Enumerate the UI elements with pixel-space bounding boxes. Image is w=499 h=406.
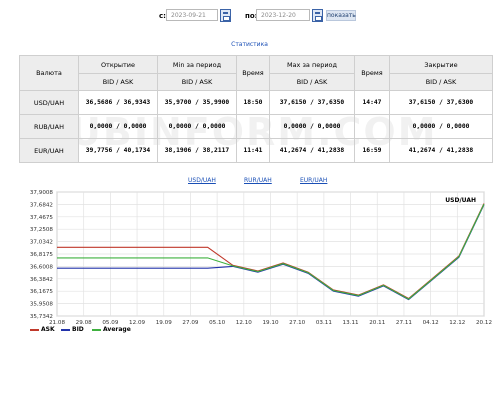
legend-bid: BID [61,326,84,333]
header-min: Min за период [157,55,237,74]
to-date-input[interactable]: 2023-12-20 [256,9,310,21]
currency-cell: RUB/UAH [19,114,79,139]
x-tick-label: 03.11 [316,320,332,326]
x-tick-label: 27.11 [396,320,412,326]
legend-ask: ASK [30,326,55,333]
currency-cell: EUR/UAH [19,138,79,163]
calendar-icon[interactable] [220,9,231,22]
legend-swatch [61,328,70,331]
date-filter-bar: с: 2023-09-21 по: 2023-12-20 показать [0,9,499,23]
x-tick-label: 27.10 [289,320,305,326]
tab-usd-uah[interactable]: USD/UAH [188,177,216,184]
y-tick-label: 37,0342 [30,240,53,246]
y-tick-label: 37,2508 [30,227,54,233]
close-cell: 37,6150 / 37,6300 [389,90,493,115]
table-row: USD/UAH 36,5686 / 36,9343 35,9700 / 35,9… [19,90,493,115]
max-cell: 0,0000 / 0,0000 [269,114,355,139]
x-tick-label: 20.11 [369,320,385,326]
max-time-cell: 16:59 [354,138,390,163]
x-tick-label: 19.09 [156,320,172,326]
min-time-cell: 18:50 [236,90,270,115]
max-cell: 41,2674 / 41,2838 [269,138,355,163]
table-row: EUR/UAH 39,7756 / 40,1734 38,1906 / 38,2… [19,138,493,163]
y-tick-label: 36,3842 [30,277,53,283]
close-cell: 0,0000 / 0,0000 [389,114,493,139]
y-tick-label: 37,9008 [30,190,54,196]
x-tick-label: 12.12 [449,320,465,326]
min-cell: 38,1906 / 38,2117 [157,138,237,163]
close-cell: 41,2674 / 41,2838 [389,138,493,163]
chart-title: USD/UAH [445,197,476,204]
open-cell: 0,0000 / 0,0000 [78,114,158,139]
min-time-cell [236,114,270,139]
min-cell: 0,0000 / 0,0000 [157,114,237,139]
max-cell: 37,6150 / 37,6350 [269,90,355,115]
table-header-row: Валюта Открытие Min за период Время Max … [19,55,493,91]
x-tick-label: 13.11 [343,320,359,326]
open-cell: 39,7756 / 40,1734 [78,138,158,163]
max-time-cell: 14:47 [354,90,390,115]
y-tick-label: 37,4675 [30,215,54,221]
y-tick-label: 35,9508 [30,302,54,308]
x-tick-label: 20.12 [476,320,492,326]
from-label: с: [159,12,166,20]
x-tick-label: 05.10 [209,320,225,326]
table-row: RUB/UAH 0,0000 / 0,0000 0,0000 / 0,0000 … [19,114,493,139]
legend-swatch [30,328,39,331]
min-cell: 35,9700 / 35,9900 [157,90,237,115]
y-tick-label: 36,1675 [30,289,54,295]
x-tick-label: 12.09 [129,320,145,326]
legend-average: Average [92,326,131,333]
show-button[interactable]: показать [326,10,356,21]
x-tick-label: 19.10 [262,320,278,326]
header-currency: Валюта [19,55,79,91]
x-tick-label: 04.12 [423,320,439,326]
open-cell: 36,5686 / 36,9343 [78,90,158,115]
x-tick-label: 12.10 [236,320,252,326]
from-date-input[interactable]: 2023-09-21 [166,9,218,21]
tab-eur-uah[interactable]: EUR/UAH [300,177,327,184]
legend-label: ASK [41,326,55,333]
currency-cell: USD/UAH [19,90,79,115]
header-time: Время [354,55,390,91]
header-open: Открытие [78,55,158,74]
min-time-cell: 11:41 [236,138,270,163]
subheader-bid-ask: BID / ASK [269,73,355,91]
legend-label: Average [103,326,131,333]
tab-rur-uah[interactable]: RUR/UAH [244,177,272,184]
legend-swatch [92,328,101,331]
y-tick-label: 36,8175 [30,252,54,258]
subheader-bid-ask: BID / ASK [389,73,493,91]
legend-label: BID [72,326,84,333]
statistics-link[interactable]: Статистика [0,41,499,48]
header-max: Max за период [269,55,355,74]
subheader-bid-ask: BID / ASK [78,73,158,91]
subheader-bid-ask: BID / ASK [157,73,237,91]
y-tick-label: 37,6842 [30,202,53,208]
header-time: Время [236,55,270,91]
calendar-icon[interactable] [312,9,323,22]
header-close: Закрытие [389,55,493,74]
y-tick-label: 36,6008 [30,264,54,270]
rate-chart: 37,9008 37,6842 37,4675 37,2508 37,0342 36,81… [30,190,492,326]
max-time-cell [354,114,390,139]
rates-table: Валюта Открытие Min за период Время Max … [19,55,493,163]
x-tick-label: 27.09 [182,320,198,326]
